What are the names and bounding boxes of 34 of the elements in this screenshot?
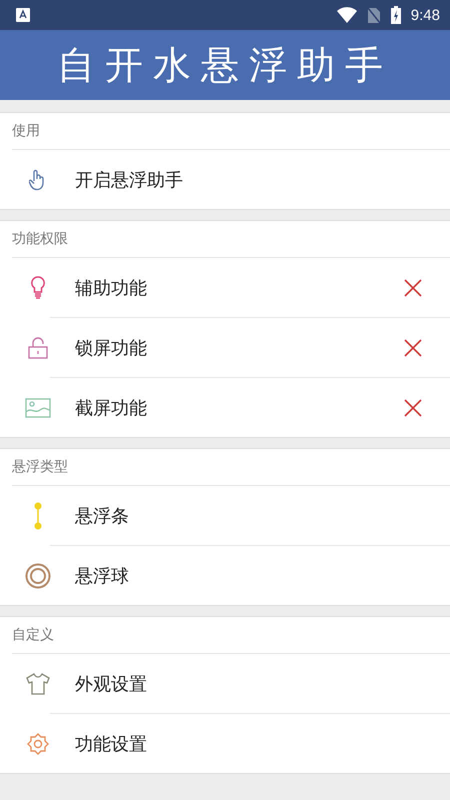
floating-ball-icon bbox=[24, 562, 50, 588]
hand-pointer-icon bbox=[28, 168, 46, 190]
lightbulb-icon bbox=[30, 276, 46, 300]
item-label: 锁屏功能 bbox=[75, 336, 148, 360]
image-icon bbox=[24, 398, 50, 418]
item-label: 外观设置 bbox=[75, 672, 148, 696]
settings-item[interactable]: 开启悬浮助手 bbox=[0, 150, 450, 209]
battery-charging-icon bbox=[390, 6, 401, 24]
item-label: 辅助功能 bbox=[75, 276, 148, 300]
wifi-icon bbox=[336, 7, 357, 23]
gear-icon bbox=[26, 732, 50, 756]
no-sim-icon bbox=[366, 6, 381, 24]
section-title: 功能权限 bbox=[12, 230, 68, 248]
item-label: 悬浮条 bbox=[75, 504, 130, 528]
settings-item[interactable]: 功能设置 bbox=[0, 714, 450, 773]
item-label: 开启悬浮助手 bbox=[75, 168, 184, 192]
settings-item[interactable]: 辅助功能 bbox=[0, 258, 450, 317]
unlocked-padlock-icon bbox=[26, 336, 48, 358]
settings-item[interactable]: 悬浮球 bbox=[0, 546, 450, 605]
settings-item[interactable]: 锁屏功能 bbox=[0, 318, 450, 377]
settings-item[interactable]: 外观设置 bbox=[0, 654, 450, 713]
t-shirt-icon bbox=[24, 672, 50, 694]
section-title: 自定义 bbox=[12, 626, 54, 644]
app-title: 自开水悬浮助手 bbox=[57, 42, 393, 88]
section-title: 悬浮类型 bbox=[12, 458, 68, 476]
floating-bar-icon bbox=[32, 502, 42, 530]
settings-item[interactable]: 截屏功能 bbox=[0, 378, 450, 437]
item-label: 截屏功能 bbox=[75, 396, 148, 420]
item-label: 功能设置 bbox=[75, 732, 148, 756]
section-title: 使用 bbox=[12, 122, 40, 140]
item-label: 悬浮球 bbox=[75, 564, 130, 588]
app-notification-icon bbox=[16, 8, 30, 22]
settings-item[interactable]: 悬浮条 bbox=[0, 486, 450, 545]
status-time: 9:48 bbox=[410, 6, 440, 24]
